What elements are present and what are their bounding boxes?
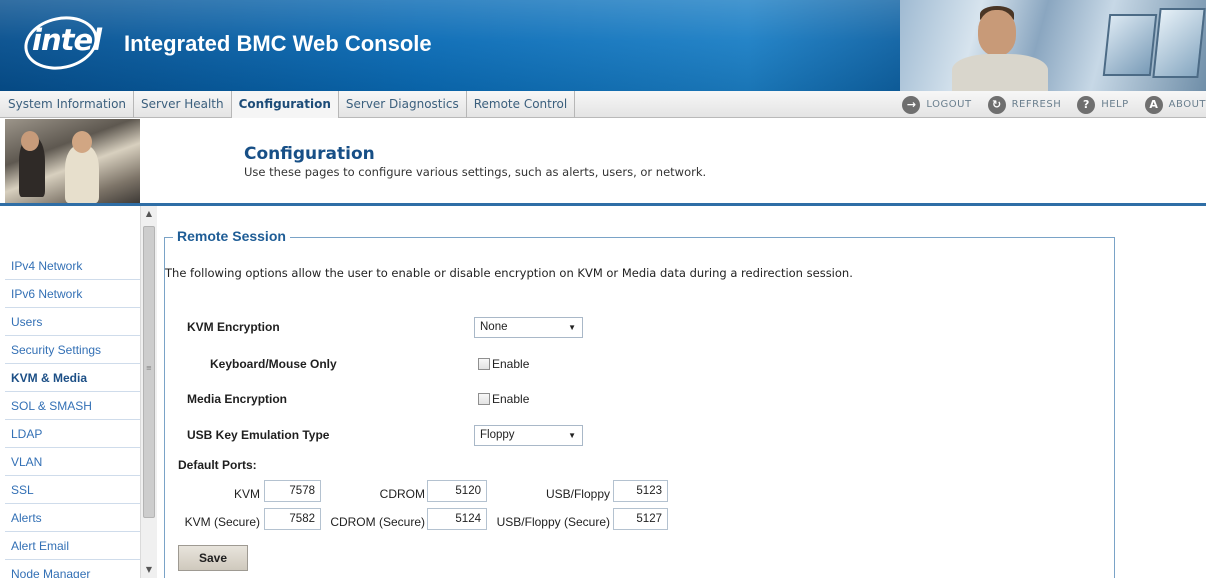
refresh-icon: ↻ bbox=[987, 95, 1006, 114]
sidebar-item-security-settings[interactable]: Security Settings bbox=[5, 336, 140, 364]
sidebar-item-ipv4-network[interactable]: IPv4 Network bbox=[5, 252, 140, 280]
logout-icon: → bbox=[902, 95, 921, 114]
kvm-secure-port-label: KVM (Secure) bbox=[184, 515, 260, 529]
cdrom-port-label: CDROM bbox=[379, 487, 425, 501]
kvm-encryption-label: KVM Encryption bbox=[187, 320, 280, 334]
help-label: HELP bbox=[1101, 99, 1129, 110]
app-title: Integrated BMC Web Console bbox=[124, 31, 432, 56]
help-icon: ? bbox=[1077, 95, 1096, 114]
checkbox-box[interactable] bbox=[478, 393, 490, 405]
header-photo bbox=[5, 119, 140, 203]
scroll-grip-icon: ≡ bbox=[146, 364, 152, 372]
top-banner: intel Integrated BMC Web Console bbox=[0, 0, 1206, 91]
refresh-label: REFRESH bbox=[1011, 99, 1062, 110]
sidebar-item-kvm-media[interactable]: KVM & Media bbox=[5, 364, 140, 392]
about-icon: A bbox=[1144, 95, 1163, 114]
usb-key-emulation-label: USB Key Emulation Type bbox=[187, 428, 330, 442]
usb-floppy-secure-port-input[interactable]: 5127 bbox=[613, 508, 668, 530]
tab-remote-control[interactable]: Remote Control bbox=[467, 91, 576, 118]
usb-floppy-secure-port-label: USB/Floppy (Secure) bbox=[496, 515, 610, 529]
save-button[interactable]: Save bbox=[178, 545, 248, 571]
sidebar-item-node-manager[interactable]: Node Manager bbox=[5, 560, 140, 578]
usb-floppy-port-input[interactable]: 5123 bbox=[613, 480, 668, 502]
usb-key-emulation-value: Floppy bbox=[480, 429, 515, 441]
cdrom-secure-port-input[interactable]: 5124 bbox=[427, 508, 487, 530]
photo-monitor bbox=[1152, 8, 1206, 78]
page-description: Use these pages to configure various set… bbox=[244, 165, 707, 179]
sidebar-item-ipv6-network[interactable]: IPv6 Network bbox=[5, 280, 140, 308]
checkbox-label: Enable bbox=[492, 357, 530, 371]
photo-person-head bbox=[978, 10, 1016, 56]
nav-actions: → LOGOUT ↻ REFRESH ? HELP A ABOUT bbox=[886, 91, 1206, 118]
sidebar-item-vlan[interactable]: VLAN bbox=[5, 448, 140, 476]
sidebar-scrollbar[interactable]: ▲ ≡ ▼ bbox=[140, 206, 157, 578]
chevron-down-icon: ▼ bbox=[568, 323, 576, 332]
chevron-down-icon: ▼ bbox=[568, 431, 576, 440]
scroll-down-arrow-icon[interactable]: ▼ bbox=[141, 562, 157, 578]
header-divider bbox=[0, 203, 1206, 206]
photo-person-head bbox=[21, 131, 39, 151]
cdrom-secure-port-label: CDROM (Secure) bbox=[330, 515, 425, 529]
kvm-secure-port-input[interactable]: 7582 bbox=[264, 508, 321, 530]
sidebar-item-alerts[interactable]: Alerts bbox=[5, 504, 140, 532]
tab-server-diagnostics[interactable]: Server Diagnostics bbox=[339, 91, 467, 118]
about-label: ABOUT bbox=[1168, 99, 1206, 110]
kvm-encryption-value: None bbox=[480, 321, 508, 333]
tab-configuration[interactable]: Configuration bbox=[231, 91, 339, 118]
photo-person-body bbox=[952, 54, 1048, 91]
media-encryption-label: Media Encryption bbox=[187, 392, 288, 406]
kvm-port-label: KVM bbox=[233, 487, 260, 501]
kvm-port-input[interactable]: 7578 bbox=[264, 480, 321, 502]
sidebar-item-ssl[interactable]: SSL bbox=[5, 476, 140, 504]
section-header: Configuration Use these pages to configu… bbox=[0, 119, 1206, 203]
nav-tabs: System Information Server Health Configu… bbox=[0, 91, 576, 118]
photo-person-body bbox=[65, 145, 99, 203]
tab-system-information[interactable]: System Information bbox=[0, 91, 135, 118]
usb-floppy-port-label: USB/Floppy bbox=[545, 487, 610, 501]
scroll-up-arrow-icon[interactable]: ▲ bbox=[141, 206, 157, 222]
remote-session-legend: Remote Session bbox=[173, 228, 290, 244]
keyboard-mouse-only-checkbox[interactable]: Enable bbox=[478, 357, 529, 371]
photo-monitor bbox=[1102, 14, 1158, 76]
kvm-encryption-select[interactable]: None ▼ bbox=[474, 317, 583, 338]
main-nav-bar: System Information Server Health Configu… bbox=[0, 91, 1206, 118]
scrollbar-thumb[interactable]: ≡ bbox=[143, 226, 155, 518]
remote-session-description: The following options allow the user to … bbox=[165, 266, 853, 280]
cdrom-port-input[interactable]: 5120 bbox=[427, 480, 487, 502]
about-button[interactable]: A ABOUT bbox=[1144, 95, 1206, 114]
usb-key-emulation-select[interactable]: Floppy ▼ bbox=[474, 425, 583, 446]
keyboard-mouse-only-label: Keyboard/Mouse Only bbox=[210, 357, 337, 371]
banner-photo bbox=[900, 0, 1206, 91]
sidebar-item-ldap[interactable]: LDAP bbox=[5, 420, 140, 448]
sidebar: IPv4 Network IPv6 Network Users Security… bbox=[5, 206, 140, 578]
logout-button[interactable]: → LOGOUT bbox=[902, 95, 972, 114]
sidebar-item-sol-smash[interactable]: SOL & SMASH bbox=[5, 392, 140, 420]
media-encryption-checkbox[interactable]: Enable bbox=[478, 392, 529, 406]
tab-server-health[interactable]: Server Health bbox=[134, 91, 232, 118]
sidebar-item-alert-email[interactable]: Alert Email bbox=[5, 532, 140, 560]
sidebar-item-users[interactable]: Users bbox=[5, 308, 140, 336]
intel-logo: intel bbox=[32, 23, 102, 57]
help-button[interactable]: ? HELP bbox=[1077, 95, 1129, 114]
refresh-button[interactable]: ↻ REFRESH bbox=[987, 95, 1062, 114]
default-ports-label: Default Ports: bbox=[178, 458, 257, 472]
logout-label: LOGOUT bbox=[926, 99, 972, 110]
checkbox-label: Enable bbox=[492, 392, 530, 406]
photo-person-head bbox=[72, 131, 92, 153]
page-title: Configuration bbox=[244, 144, 375, 164]
checkbox-box[interactable] bbox=[478, 358, 490, 370]
